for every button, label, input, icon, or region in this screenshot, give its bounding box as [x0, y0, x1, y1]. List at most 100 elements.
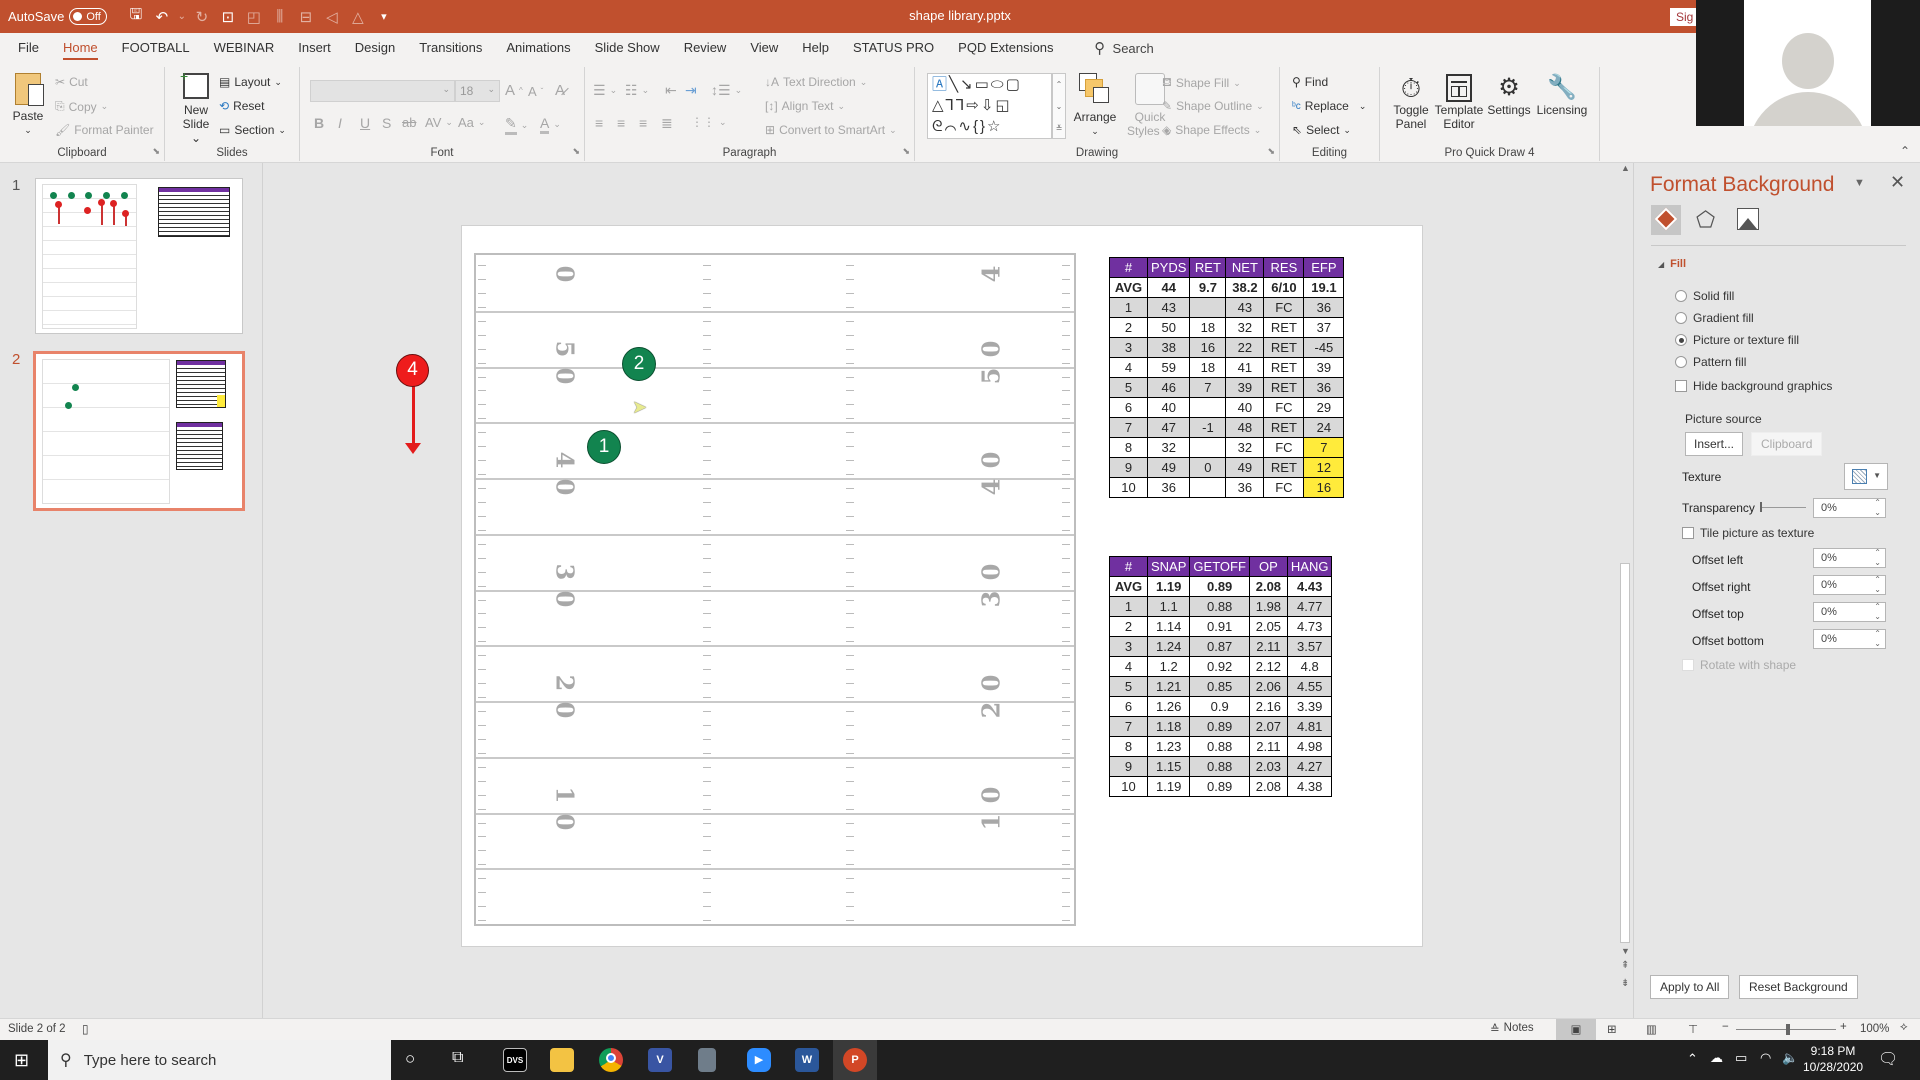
character-spacing-button[interactable]: AV ⌄ [425, 115, 453, 130]
dialog-launcher-icon[interactable]: ⬊ [1267, 146, 1275, 157]
offset-right-input[interactable]: 0% [1813, 575, 1886, 595]
notes-button[interactable]: ≙ Notes [1490, 1022, 1534, 1036]
zoom-level[interactable]: 100% [1860, 1023, 1889, 1035]
decrease-indent-button[interactable]: ⇤ [665, 82, 677, 99]
zoom-slider[interactable] [1736, 1024, 1836, 1035]
offset-bottom-input[interactable]: 0% [1813, 629, 1886, 649]
font-name-dropdown[interactable]: ⌄ [310, 80, 455, 102]
search-box[interactable]: ⚲ Search [1094, 39, 1154, 57]
convert-smartart-button[interactable]: ⊞ Convert to SmartArt ⌄ [765, 123, 897, 137]
bullets-button[interactable]: ☰ ⌄ [593, 82, 617, 99]
italic-button[interactable]: I [338, 115, 342, 131]
shape-fill-button[interactable]: ⛾ Shape Fill ⌄ [1162, 75, 1241, 91]
windows-start-icon[interactable]: ⊞ [14, 1050, 29, 1071]
align-center-button[interactable]: ≡ [617, 115, 625, 131]
show-hidden-icons[interactable]: ⌃ [1687, 1051, 1698, 1067]
visio-icon[interactable]: V [648, 1048, 672, 1072]
tab-football[interactable]: FOOTBALL [110, 33, 202, 63]
collapse-ribbon-icon[interactable]: ⌃ [1900, 144, 1910, 158]
format-painter-button[interactable]: 🖌 Format Painter [55, 123, 154, 137]
tab-design[interactable]: Design [343, 33, 407, 63]
tab-review[interactable]: Review [672, 33, 739, 63]
file-explorer-icon[interactable] [550, 1048, 574, 1072]
clear-formatting-icon[interactable]: A̷ [555, 82, 565, 99]
chrome-icon[interactable] [599, 1048, 623, 1072]
clock[interactable]: 9:18 PM 10/28/2020 [1803, 1043, 1863, 1075]
copy-button[interactable]: ⎘ Copy ⌄ [55, 99, 108, 114]
justify-button[interactable]: ≣ [661, 115, 673, 132]
word-icon[interactable]: W [795, 1048, 819, 1072]
font-size-dropdown[interactable]: 18 ⌄ [455, 80, 500, 102]
hide-background-graphics-checkbox[interactable]: Hide background graphics [1675, 379, 1832, 393]
shape-effects-button[interactable]: ◈ Shape Effects ⌄ [1162, 123, 1261, 137]
normal-view-button[interactable]: ▣ [1556, 1019, 1596, 1041]
offset-left-input[interactable]: 0% [1813, 548, 1886, 568]
rotate-with-shape-checkbox[interactable]: Rotate with shape [1682, 658, 1796, 672]
align-right-button[interactable]: ≡ [639, 115, 647, 131]
effects-tab[interactable]: ⬠ [1696, 207, 1715, 233]
dialog-launcher-icon[interactable]: ⬊ [572, 146, 580, 157]
dialog-launcher-icon[interactable]: ⬊ [152, 146, 160, 157]
tab-view[interactable]: View [738, 33, 790, 63]
find-button[interactable]: ⚲ Find [1292, 75, 1328, 89]
gallery-scroll[interactable]: ⌃ ⌄ ≚ [1052, 73, 1066, 139]
licensing-button[interactable]: 🔧 Licensing [1534, 73, 1590, 117]
select-button[interactable]: ⇖ Select ⌄ [1292, 123, 1351, 137]
bold-button[interactable]: B [314, 115, 324, 131]
paste-button[interactable]: Paste ⌄ [8, 73, 48, 137]
transparency-slider[interactable] [1760, 502, 1806, 512]
volume-icon[interactable]: 🔈 [1782, 1050, 1798, 1066]
picture-tab[interactable] [1737, 208, 1759, 230]
slide-show-button[interactable]: ⊤ [1688, 1022, 1698, 1036]
dialog-launcher-icon[interactable]: ⬊ [902, 146, 910, 157]
tab-animations[interactable]: Animations [494, 33, 582, 63]
fit-to-window-icon[interactable]: ⟡ [1900, 1021, 1908, 1034]
previous-slide-icon[interactable]: ⇞ [1621, 960, 1629, 971]
tab-webinar[interactable]: WEBINAR [202, 33, 287, 63]
underline-button[interactable]: U [360, 115, 370, 131]
tab-file[interactable]: File [0, 33, 51, 63]
wifi-icon[interactable]: ◠ [1760, 1050, 1771, 1066]
fill-section-header[interactable]: ◢ Fill [1658, 258, 1686, 270]
gradient-fill-radio[interactable]: Gradient fill [1675, 311, 1754, 325]
clipboard-button[interactable]: Clipboard [1751, 432, 1823, 456]
dvs-app-icon[interactable]: DVS [503, 1048, 527, 1072]
change-case-button[interactable]: Aa ⌄ [458, 115, 485, 130]
insert-picture-button[interactable]: Insert... [1685, 432, 1744, 456]
text-direction-button[interactable]: ↓A Text Direction ⌄ [765, 75, 867, 89]
fill-tab[interactable] [1651, 205, 1681, 235]
shapes-gallery[interactable]: 🄰╲↘▭⬭▢ △⅂⅂⇨⇩◱ ᘓ⌒∿{}☆ [927, 73, 1052, 139]
football-field[interactable]: 0450054004300320021001 [474, 253, 1076, 926]
task-view-icon[interactable]: ⧉ [452, 1049, 463, 1067]
align-text-button[interactable]: [↕] Align Text ⌄ [765, 99, 845, 113]
slide-thumbnail-2[interactable] [33, 351, 245, 511]
tab-transitions[interactable]: Transitions [407, 33, 494, 63]
accessibility-icon[interactable]: ▯ [82, 1022, 89, 1036]
apply-to-all-button[interactable]: Apply to All [1650, 975, 1730, 999]
reset-background-button[interactable]: Reset Background [1739, 975, 1858, 999]
next-slide-icon[interactable]: ⇟ [1621, 978, 1629, 989]
increase-indent-button[interactable]: ⇥ [685, 82, 697, 99]
replace-button[interactable]: ᵇc Replace ⌄ [1292, 99, 1366, 113]
reset-button[interactable]: ⟲ Reset [219, 99, 264, 113]
section-button[interactable]: ▭ Section ⌄ [219, 123, 286, 137]
tab-home[interactable]: Home [51, 33, 110, 63]
shrink-font-button[interactable]: Aˇ [528, 84, 543, 99]
toggle-panel-button[interactable]: ⏱ Toggle Panel [1388, 73, 1434, 131]
zoom-in-button[interactable]: + [1840, 1021, 1847, 1033]
line-spacing-button[interactable]: ↕☰ ⌄ [711, 82, 742, 99]
reading-view-button[interactable]: ▥ [1646, 1022, 1657, 1036]
tile-picture-checkbox[interactable]: Tile picture as texture [1682, 526, 1814, 540]
cortana-icon[interactable]: ○ [405, 1049, 415, 1069]
grow-font-button[interactable]: A ^ [505, 82, 523, 99]
strikethrough-button[interactable]: ab [402, 115, 416, 130]
layout-button[interactable]: ▤ Layout ⌄ [219, 75, 282, 89]
onedrive-icon[interactable]: ☁ [1710, 1050, 1723, 1066]
defender-marker[interactable]: 4 [396, 354, 429, 387]
solid-fill-radio[interactable]: Solid fill [1675, 289, 1734, 303]
numbering-button[interactable]: ☷ ⌄ [625, 82, 649, 99]
font-color-button[interactable]: A ⌄ [540, 115, 561, 134]
powerpoint-taskbar-button[interactable]: P [833, 1040, 877, 1080]
tab-insert[interactable]: Insert [286, 33, 343, 63]
tab-pqd-extensions[interactable]: PQD Extensions [946, 33, 1065, 63]
